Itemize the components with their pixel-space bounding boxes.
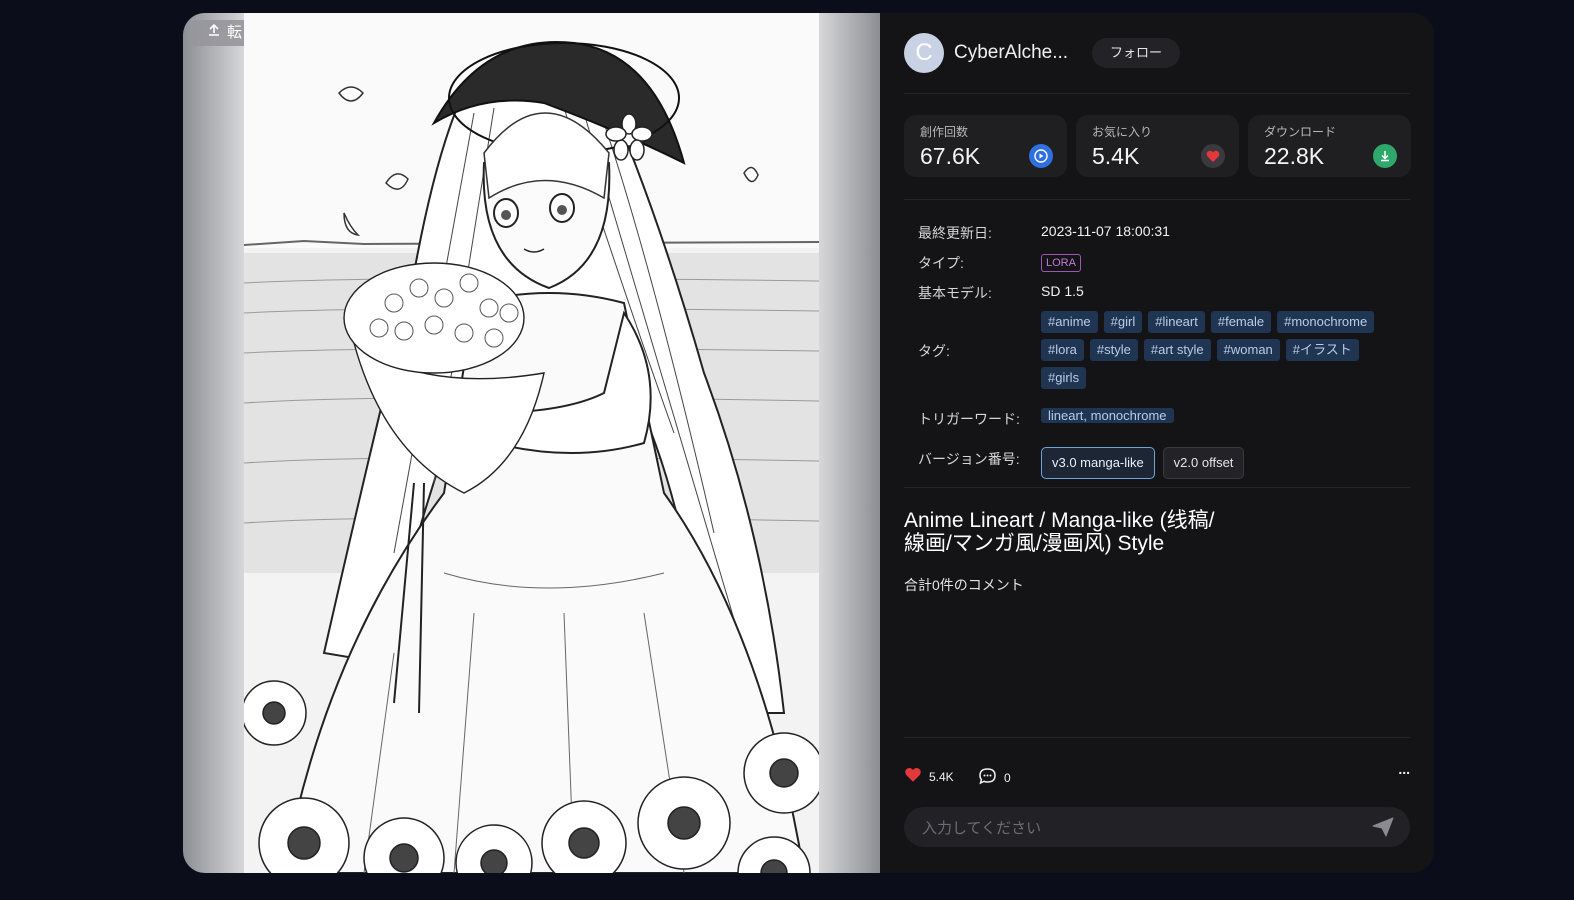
stat-value: 22.8K	[1264, 143, 1325, 169]
stat-value: 67.6K	[920, 143, 981, 169]
tag[interactable]: #anime	[1041, 311, 1098, 333]
tag[interactable]: #art style	[1143, 339, 1211, 361]
repost-label: 転	[227, 24, 243, 41]
meta-base-model-label: 基本モデル:	[918, 285, 992, 301]
meta-type-value-wrap: LORA	[1041, 253, 1081, 272]
repost-icon	[207, 20, 221, 46]
version-button[interactable]: v2.0 offset	[1162, 447, 1245, 479]
heart-icon	[904, 767, 922, 786]
divider	[904, 199, 1410, 200]
comments-count: 0	[1004, 770, 1011, 785]
meta-trigger-value-wrap: lineart, monochrome	[1041, 405, 1174, 427]
comment-icon	[978, 767, 997, 788]
model-detail-modal: 転 C CyberAlche... フォロー 創作回数 67.6K お気に入り …	[183, 13, 1434, 873]
tag[interactable]: #monochrome	[1277, 311, 1375, 333]
avatar[interactable]: C	[904, 33, 944, 73]
version-list: v3.0 manga-like v2.0 offset	[1041, 447, 1248, 479]
tag-list: #anime #girl #lineart #female #monochrom…	[1041, 311, 1401, 389]
tag[interactable]: #style	[1089, 339, 1138, 361]
meta-version-label: バージョン番号:	[918, 451, 1020, 467]
play-icon[interactable]	[1029, 144, 1053, 168]
tag[interactable]: #lora	[1041, 339, 1084, 361]
stat-downloads: ダウンロード 22.8K	[1248, 115, 1411, 177]
send-icon[interactable]	[1372, 817, 1394, 837]
meta-updated-value: 2023-11-07 18:00:31	[1041, 223, 1170, 239]
stat-label: ダウンロード	[1264, 125, 1337, 139]
author-name[interactable]: CyberAlche...	[954, 42, 1078, 64]
more-options-button[interactable]: ...	[1398, 761, 1410, 777]
image-preview-pane: 転	[183, 13, 880, 873]
like-button[interactable]: 5.4K	[904, 767, 954, 786]
stat-label: 創作回数	[920, 125, 969, 139]
comment-box	[904, 807, 1410, 849]
divider	[904, 93, 1410, 94]
heart-icon[interactable]	[1201, 144, 1225, 168]
meta-base-model-value: SD 1.5	[1041, 283, 1084, 299]
meta-type-label: タイプ:	[918, 255, 964, 271]
artwork-image[interactable]	[244, 13, 819, 873]
meta-updated-label: 最終更新日:	[918, 225, 992, 241]
divider	[904, 487, 1410, 488]
tag[interactable]: #woman	[1216, 339, 1280, 361]
comment-count: 合計0件のコメント	[904, 577, 1024, 593]
comments-button[interactable]: 0	[978, 767, 1011, 788]
tag[interactable]: #female	[1210, 311, 1272, 333]
follow-button[interactable]: フォロー	[1092, 38, 1181, 68]
tag[interactable]: #lineart	[1148, 311, 1205, 333]
stat-label: お気に入り	[1092, 125, 1153, 139]
like-count: 5.4K	[929, 769, 954, 784]
version-button-active[interactable]: v3.0 manga-like	[1041, 447, 1155, 479]
download-icon[interactable]	[1373, 144, 1397, 168]
stats-row: 創作回数 67.6K お気に入り 5.4K ダウンロード 22.8K	[904, 115, 1411, 177]
meta-trigger-label: トリガーワード:	[918, 411, 1020, 427]
stat-value: 5.4K	[1092, 143, 1140, 169]
divider	[904, 737, 1410, 738]
more-icon: ...	[1398, 761, 1410, 777]
stat-favorites: お気に入り 5.4K	[1076, 115, 1239, 177]
comment-input[interactable]	[920, 807, 1364, 849]
trigger-word[interactable]: lineart, monochrome	[1041, 408, 1174, 423]
meta-tags-label: タグ:	[918, 343, 950, 359]
tag[interactable]: #イラスト	[1285, 339, 1359, 361]
model-title: Anime Lineart / Manga-like (线稿/線画/マンガ風/漫…	[904, 509, 1215, 555]
type-badge: LORA	[1041, 254, 1081, 272]
stat-creations: 創作回数 67.6K	[904, 115, 1067, 177]
author-row: C CyberAlche... フォロー	[904, 33, 1181, 73]
repost-button[interactable]: 転	[191, 20, 253, 46]
tag[interactable]: #girls	[1041, 367, 1087, 389]
action-bar: 5.4K 0 ...	[904, 761, 1410, 788]
tag[interactable]: #girl	[1103, 311, 1143, 333]
model-info-pane: C CyberAlche... フォロー 創作回数 67.6K お気に入り 5.…	[880, 13, 1434, 873]
